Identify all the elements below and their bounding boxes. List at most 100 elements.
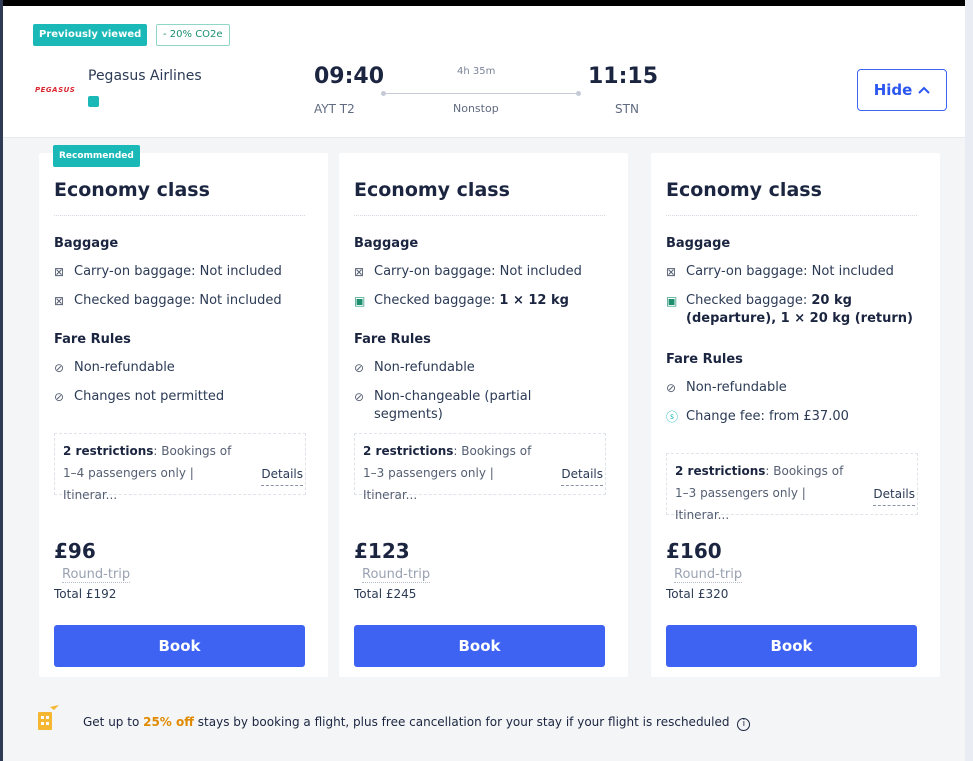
- prohibited-icon: ⊘: [354, 390, 365, 404]
- baggage-heading: Baggage: [54, 236, 119, 251]
- details-link[interactable]: Details: [873, 483, 915, 506]
- restrictions-box: 2 restrictions: Bookings of 1–3 passenge…: [354, 433, 606, 502]
- prohibited-icon: ⊘: [666, 381, 677, 395]
- rule-text: Non-refundable: [74, 360, 175, 375]
- details-link[interactable]: Details: [261, 463, 303, 486]
- round-trip-label: Round-trip: [62, 567, 131, 583]
- checked-item: ▣ Checked baggage: 20 kg (departure), 1 …: [666, 292, 916, 328]
- airline-name: Pegasus Airlines: [88, 68, 202, 84]
- restrictions-count: 2 restrictions: [363, 444, 454, 458]
- luggage-crossed-icon: ⊠: [54, 294, 65, 308]
- baggage-heading: Baggage: [354, 236, 419, 251]
- promo-text: Get up to 25% off stays by booking a fli…: [83, 715, 751, 731]
- fare-class-title: Economy class: [354, 179, 510, 201]
- rule-item: ⊘ Non-changeable (partial segments): [354, 388, 554, 424]
- restrictions-count: 2 restrictions: [63, 444, 154, 458]
- total-price: Total £320: [666, 587, 729, 601]
- route-end-dot: [576, 91, 581, 96]
- arrival-airport: STN: [615, 102, 639, 116]
- chevron-up-icon: [918, 86, 931, 94]
- rule-text: Changes not permitted: [74, 389, 225, 404]
- promo-highlight: 25% off: [143, 715, 194, 729]
- fare-rules-heading: Fare Rules: [354, 332, 431, 347]
- flight-result-panel: Previously viewed - 20% CO2e PEGASUS Peg…: [3, 6, 965, 761]
- fare-class-title: Economy class: [54, 179, 210, 201]
- book-button[interactable]: Book: [54, 625, 305, 667]
- flight-summary-header: Previously viewed - 20% CO2e PEGASUS Peg…: [3, 6, 965, 138]
- luggage-icon: ▣: [666, 294, 678, 308]
- restrictions-count: 2 restrictions: [675, 464, 766, 478]
- total-price: Total £245: [354, 587, 417, 601]
- prohibited-icon: ⊘: [54, 361, 65, 375]
- carry-on-text: Carry-on baggage: Not included: [374, 264, 582, 279]
- fare-rules-heading: Fare Rules: [666, 352, 743, 367]
- fare-card-1: Recommended Economy class Baggage ⊠ Carr…: [39, 145, 328, 677]
- round-trip-label: Round-trip: [362, 567, 431, 583]
- restrictions-box: 2 restrictions: Bookings of 1–3 passenge…: [666, 453, 918, 522]
- rule-item: ⓢ Change fee: from £37.00: [666, 408, 928, 426]
- rule-item: ⊘ Non-refundable: [54, 359, 316, 377]
- departure-time: 09:40: [314, 64, 385, 89]
- checked-item: ▣ Checked baggage: 1 × 12 kg: [354, 292, 616, 310]
- prohibited-icon: ⊘: [54, 390, 65, 404]
- carry-on-item: ⊠ Carry-on baggage: Not included: [666, 263, 928, 281]
- round-trip-label: Round-trip: [674, 567, 743, 583]
- rule-item: ⊘ Non-refundable: [666, 379, 928, 397]
- route-line: [383, 93, 579, 94]
- fare-card-3: Economy class Baggage ⊠ Carry-on baggage…: [651, 153, 940, 677]
- checked-item: ⊠ Checked baggage: Not included: [54, 292, 316, 310]
- rule-item: ⊘ Non-refundable: [354, 359, 616, 377]
- divider: [666, 215, 917, 216]
- details-link[interactable]: Details: [561, 463, 603, 486]
- checked-text: Checked baggage: Not included: [74, 293, 282, 308]
- carry-on-crossed-icon: ⊠: [54, 265, 65, 279]
- rule-item: ⊘ Changes not permitted: [54, 388, 316, 406]
- price: £123: [354, 539, 410, 563]
- promo-text-start: Get up to: [83, 715, 144, 729]
- book-button[interactable]: Book: [666, 625, 917, 667]
- price: £96: [54, 539, 96, 563]
- arrival-time: 11:15: [588, 64, 659, 89]
- prohibited-icon: ⊘: [354, 361, 365, 375]
- seat-icon: [88, 96, 99, 107]
- co2-badge: - 20% CO2e: [156, 24, 230, 46]
- book-button[interactable]: Book: [354, 625, 605, 667]
- rule-text: Non-refundable: [374, 360, 475, 375]
- price: £160: [666, 539, 722, 563]
- checked-text: Checked baggage:: [686, 293, 812, 308]
- hotel-plane-icon: [38, 705, 59, 730]
- total-price: Total £192: [54, 587, 117, 601]
- carry-on-text: Carry-on baggage: Not included: [74, 264, 282, 279]
- carry-on-item: ⊠ Carry-on baggage: Not included: [354, 263, 616, 281]
- fare-card-2: Economy class Baggage ⊠ Carry-on baggage…: [339, 153, 628, 677]
- restrictions-box: 2 restrictions: Bookings of 1–4 passenge…: [54, 433, 306, 502]
- carry-on-text: Carry-on baggage: Not included: [686, 264, 894, 279]
- luggage-icon: ▣: [354, 294, 366, 308]
- hotel-promo-banner: Get up to 25% off stays by booking a fli…: [3, 689, 965, 759]
- fare-class-title: Economy class: [666, 179, 822, 201]
- carry-on-item: ⊠ Carry-on baggage: Not included: [54, 263, 316, 281]
- baggage-heading: Baggage: [666, 236, 731, 251]
- carry-on-crossed-icon: ⊠: [666, 265, 677, 279]
- airline-logo: PEGASUS: [35, 86, 76, 94]
- checked-allowance: 1 × 12 kg: [499, 293, 569, 308]
- checked-text: Checked baggage:: [374, 293, 500, 308]
- divider: [54, 215, 305, 216]
- previously-viewed-badge: Previously viewed: [33, 24, 148, 46]
- window-right-border: [965, 0, 973, 761]
- rule-text: Non-changeable (partial segments): [374, 389, 532, 422]
- fee-icon: ⓢ: [666, 410, 679, 424]
- recommended-badge: Recommended: [53, 145, 140, 167]
- hide-button-label: Hide: [873, 81, 913, 99]
- fare-rules-heading: Fare Rules: [54, 332, 131, 347]
- promo-text-end: stays by booking a flight, plus free can…: [193, 715, 730, 729]
- carry-on-crossed-icon: ⊠: [354, 265, 365, 279]
- info-icon[interactable]: i: [737, 718, 751, 731]
- flight-duration: 4h 35m: [457, 66, 496, 77]
- hide-button[interactable]: Hide: [857, 69, 947, 111]
- divider: [354, 215, 605, 216]
- rule-text: Change fee: from £37.00: [686, 409, 849, 424]
- departure-airport: AYT T2: [314, 102, 355, 116]
- flight-stops: Nonstop: [453, 102, 499, 115]
- rule-text: Non-refundable: [686, 380, 787, 395]
